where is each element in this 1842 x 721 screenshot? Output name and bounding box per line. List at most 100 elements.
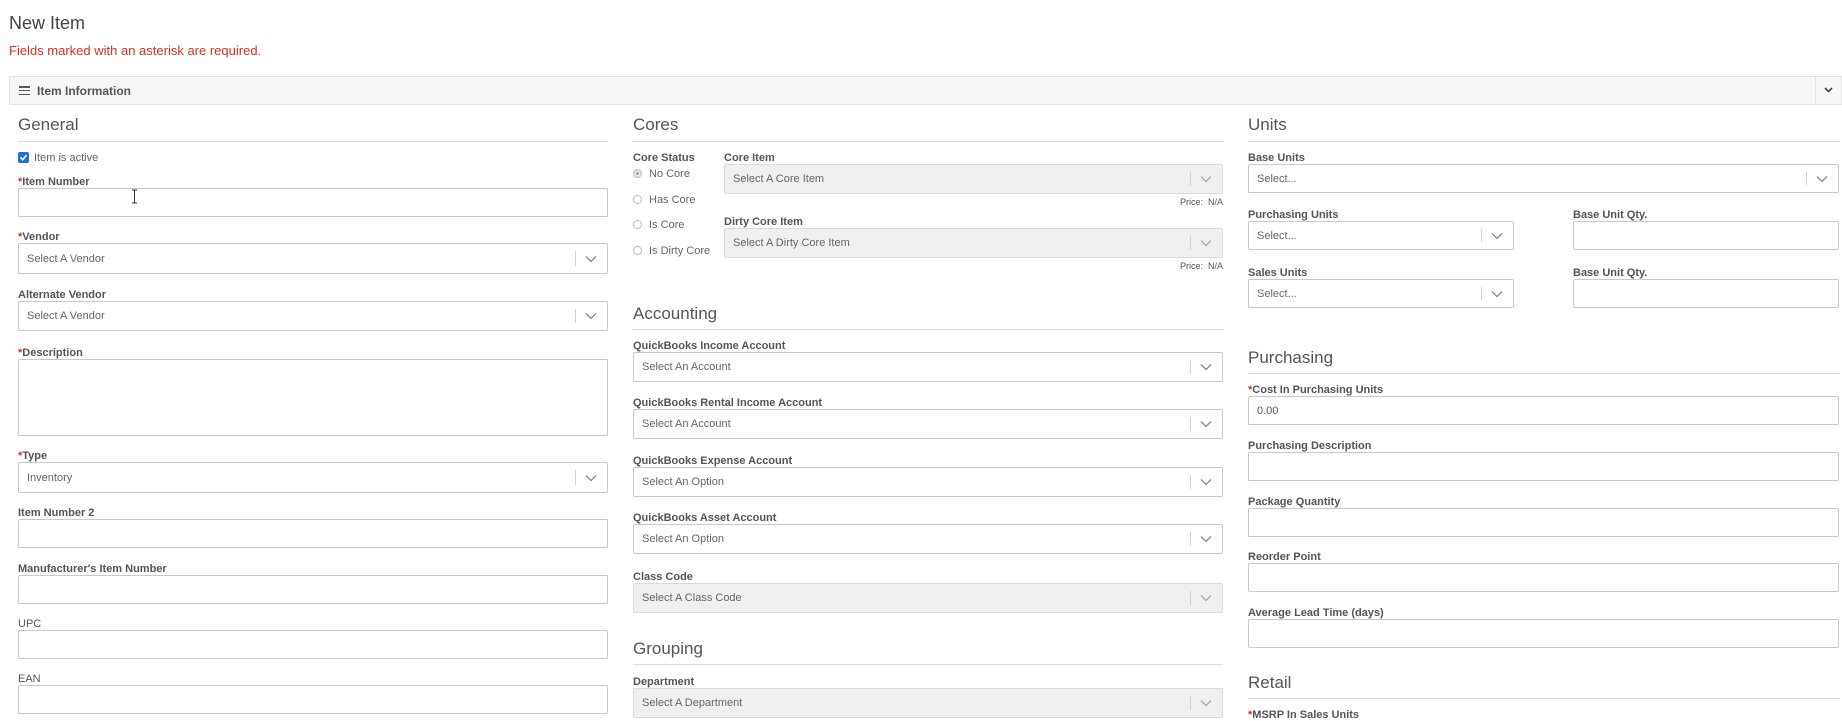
item-number-2-label: Item Number 2 [18,507,95,519]
core-item-select[interactable]: Select A Core Item [724,164,1223,194]
description-label: *Description [18,347,83,359]
chevron-down-icon [1200,479,1212,486]
purchasing-divider [1248,373,1839,374]
asset-account-select[interactable]: Select An Option [633,524,1223,554]
income-account-label: QuickBooks Income Account [633,340,786,352]
package-quantity-input[interactable] [1248,508,1839,537]
description-textarea[interactable] [18,359,608,436]
reorder-point-label: Reorder Point [1248,551,1321,563]
radio-selected-icon [633,169,642,178]
ean-label: EAN [18,673,41,685]
core-status-is-dirty-core[interactable]: Is Dirty Core [633,245,713,257]
purchasing-base-unit-qty-label: Base Unit Qty. [1573,209,1648,221]
hamburger-icon [19,86,30,96]
core-status-label: Core Status [633,152,695,164]
upc-input[interactable] [18,630,608,659]
manufacturer-item-number-input[interactable] [18,575,608,604]
chevron-down-icon [1200,536,1212,543]
core-item-price: Price: N/A [1179,197,1223,207]
alternate-vendor-select[interactable]: Select A Vendor [18,301,608,331]
reorder-point-input[interactable] [1248,563,1839,592]
item-number-label: *Item Number [18,176,90,188]
department-select[interactable]: Select A Department [633,688,1223,718]
core-status-is-core[interactable]: Is Core [633,219,713,231]
item-information-panel-header[interactable]: Item Information [9,76,1842,105]
dirty-core-item-select[interactable]: Select A Dirty Core Item [724,228,1223,258]
expense-account-label: QuickBooks Expense Account [633,455,793,467]
general-divider [18,141,608,142]
vendor-select[interactable]: Select A Vendor [18,243,608,274]
purchasing-units-select[interactable]: Select... [1248,221,1514,250]
cost-input[interactable]: 0.00 [1248,396,1839,425]
chevron-down-icon [1491,232,1503,239]
panel-title: Item Information [37,84,132,98]
purchasing-units-label: Purchasing Units [1248,209,1339,221]
lead-time-label: Average Lead Time (days) [1248,607,1384,619]
item-number-input[interactable] [18,188,608,217]
checkmark-icon [19,154,28,161]
chevron-down-icon [1200,364,1212,371]
item-active-checkbox[interactable] [18,152,29,163]
grouping-divider [633,664,1223,665]
sales-units-select[interactable]: Select... [1248,279,1514,308]
panel-collapse-button[interactable] [1815,77,1841,104]
manufacturer-item-number-label: Manufacturer's Item Number [18,563,167,575]
required-fields-note: Fields marked with an asterisk are requi… [9,43,262,58]
chevron-down-icon [585,255,597,262]
expense-account-select[interactable]: Select An Option [633,467,1223,497]
item-active-label: Item is active [34,152,99,164]
accounting-title: Accounting [633,304,718,323]
units-divider [1248,141,1839,142]
item-number-2-input[interactable] [18,519,608,548]
sales-units-label: Sales Units [1248,267,1308,279]
chevron-down-icon [585,313,597,320]
chevron-down-icon [1824,87,1833,93]
core-status-has-core[interactable]: Has Core [633,194,713,206]
cores-divider [633,141,1223,142]
department-label: Department [633,676,695,688]
chevron-down-icon [1200,240,1212,247]
class-code-select[interactable]: Select A Class Code [633,583,1223,613]
new-item-page: New Item Fields marked with an asterisk … [0,0,1842,721]
sales-base-unit-qty-label: Base Unit Qty. [1573,267,1648,279]
cores-title: Cores [633,115,679,134]
radio-icon [633,246,642,255]
vendor-label: *Vendor [18,231,60,243]
msrp-label: *MSRP In Sales Units [1248,709,1360,721]
type-label: *Type [18,450,48,462]
retail-title: Retail [1248,673,1292,692]
asset-account-label: QuickBooks Asset Account [633,512,777,524]
cost-label: *Cost In Purchasing Units [1248,384,1384,396]
chevron-down-icon [1200,595,1212,602]
income-account-select[interactable]: Select An Account [633,352,1223,382]
rental-income-account-label: QuickBooks Rental Income Account [633,397,823,409]
text-cursor-icon [132,189,137,204]
core-status-no-core[interactable]: No Core [633,168,713,180]
radio-icon [633,195,642,204]
purchasing-title: Purchasing [1248,348,1334,367]
upc-label: UPC [18,618,42,630]
accounting-divider [633,329,1223,330]
lead-time-input[interactable] [1248,619,1839,648]
class-code-label: Class Code [633,571,693,583]
chevron-down-icon [1200,700,1212,707]
chevron-down-icon [1491,290,1503,297]
page-title: New Item [9,13,86,33]
units-title: Units [1248,115,1287,134]
chevron-down-icon [1200,176,1212,183]
radio-icon [633,220,642,229]
base-units-select[interactable]: Select... [1248,164,1839,193]
base-units-label: Base Units [1248,152,1305,164]
rental-income-account-select[interactable]: Select An Account [633,409,1223,439]
purchasing-base-unit-qty-input[interactable] [1573,221,1839,250]
chevron-down-icon [1816,175,1828,182]
dirty-core-item-label: Dirty Core Item [724,216,803,228]
package-quantity-label: Package Quantity [1248,496,1341,508]
retail-divider [1248,698,1839,699]
ean-input[interactable] [18,685,608,714]
core-item-label: Core Item [724,152,775,164]
purchasing-description-input[interactable] [1248,452,1839,481]
dirty-core-item-price: Price: N/A [1179,261,1223,271]
sales-base-unit-qty-input[interactable] [1573,279,1839,308]
type-select[interactable]: Inventory [18,462,608,493]
